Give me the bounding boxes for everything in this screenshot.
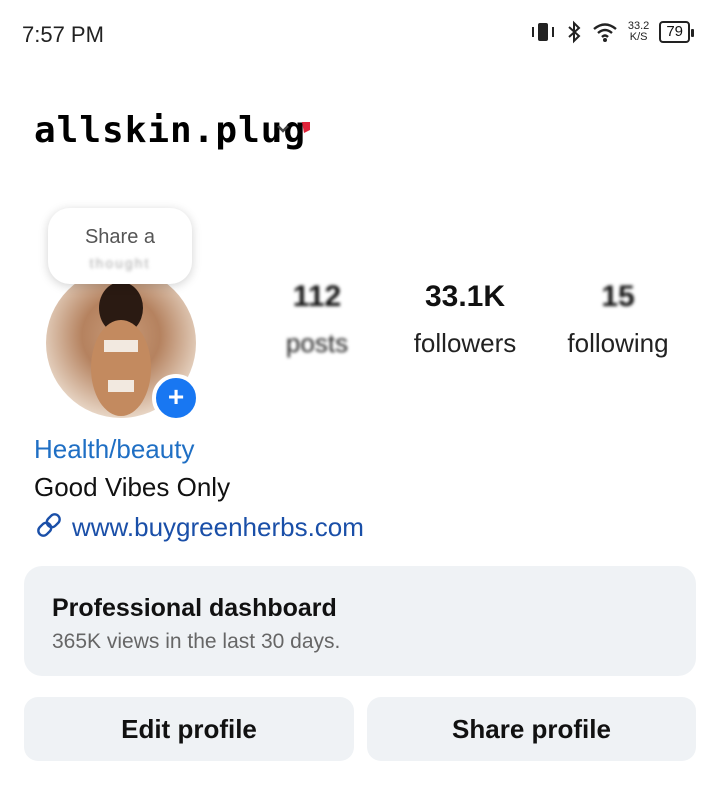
profile-link[interactable]: www.buygreenherbs.com (34, 510, 364, 545)
add-story-button[interactable]: + (152, 374, 200, 422)
stat-following[interactable]: 15 following (556, 280, 680, 359)
vibrate-icon (530, 21, 556, 43)
stat-following-label: following (567, 328, 669, 358)
wifi-icon (592, 21, 618, 43)
username-icons (276, 120, 312, 139)
dashboard-title: Professional dashboard (52, 594, 337, 622)
stat-posts-label: posts (285, 328, 349, 358)
battery-icon: 79 (659, 21, 694, 43)
professional-dashboard-card[interactable]: Professional dashboard 365K views in the… (24, 566, 696, 676)
stat-followers-label: followers (413, 328, 517, 358)
stat-posts-value: 112 (292, 280, 342, 313)
stat-followers-value: 33.1K (424, 280, 506, 313)
link-icon (34, 510, 64, 545)
status-time: 7:57 PM (22, 22, 104, 47)
chevron-down-icon[interactable] (276, 121, 290, 139)
profile-avatar-container[interactable]: + (46, 268, 200, 422)
edit-profile-button[interactable]: Edit profile (24, 697, 354, 761)
notification-dot-icon (300, 120, 312, 139)
profile-bio: Good Vibes Only (34, 472, 231, 502)
note-bubble[interactable]: Share a thought (48, 208, 192, 284)
status-icons: 33.2 K/S 79 (530, 20, 694, 44)
network-speed: 33.2 K/S (627, 20, 650, 43)
share-profile-button[interactable]: Share profile (367, 697, 696, 761)
dashboard-subtitle: 365K views in the last 30 days. (52, 630, 341, 653)
stat-posts[interactable]: 112 posts (262, 280, 372, 359)
stat-following-value: 15 (601, 280, 635, 313)
profile-link-text[interactable]: www.buygreenherbs.com (72, 512, 364, 543)
note-text-secondary: thought (89, 255, 151, 271)
note-text: Share a (84, 226, 156, 248)
stat-followers[interactable]: 33.1K followers (400, 280, 530, 359)
bluetooth-icon (566, 20, 582, 44)
profile-category: Health/beauty (34, 434, 195, 464)
profile-username[interactable]: allskin.plug (34, 110, 306, 151)
